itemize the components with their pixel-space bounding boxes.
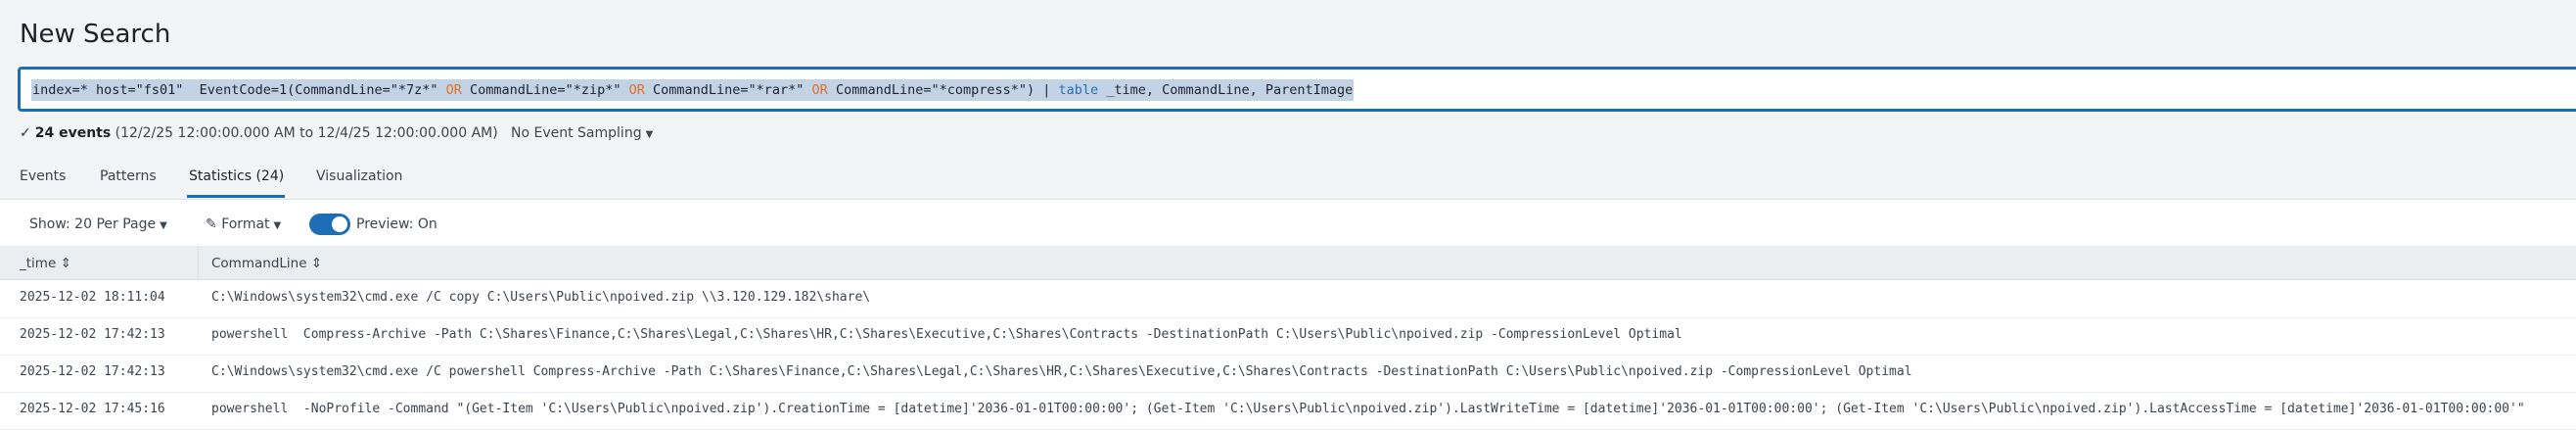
query-part: index=* host="fs01" EventCode=1(CommandL…	[32, 82, 446, 98]
caret-down-icon: ▼	[645, 129, 654, 140]
commandline-cell: C:\Windows\system32\cmd.exe /C copy C:\U…	[211, 290, 871, 305]
page-title: New Search	[20, 20, 171, 49]
query-operator: OR	[628, 82, 645, 98]
commandline-cell: C:\Windows\system32\cmd.exe /C powershel…	[211, 364, 1912, 379]
results-toolbar: Show: 20 Per Page ▼ ✎ Format ▼ Preview: On	[0, 199, 2576, 247]
table-row: 2025-12-02 17:42:13 C:\Windows\system32\…	[0, 355, 2576, 393]
table-row: 2025-12-02 18:11:04 C:\Windows\system32\…	[0, 280, 2576, 318]
column-header-commandline[interactable]: CommandLine ⇕	[211, 256, 322, 271]
sort-icon: ⇕	[310, 256, 323, 271]
query-operator: OR	[445, 82, 462, 98]
column-header-time[interactable]: _time ⇕	[20, 256, 71, 271]
page-size-dropdown[interactable]: Show: 20 Per Page ▼	[29, 216, 167, 232]
preview-toggle[interactable]	[309, 214, 350, 235]
query-operator: OR	[811, 82, 828, 98]
time-cell: 2025-12-02 17:45:16	[20, 402, 165, 416]
tab-visualization[interactable]: Visualization	[316, 168, 402, 184]
query-part: CommandLine="*compress*") |	[827, 82, 1059, 98]
time-cell: 2025-12-02 18:11:04	[20, 290, 165, 305]
caret-down-icon: ▼	[160, 220, 167, 231]
column-divider	[198, 246, 199, 279]
time-cell: 2025-12-02 17:42:13	[20, 327, 165, 342]
event-sampling-label: No Event Sampling	[511, 125, 642, 141]
commandline-cell: powershell Compress-Archive -Path C:\Sha…	[211, 327, 1682, 342]
column-header-label: _time	[20, 256, 57, 271]
tab-patterns[interactable]: Patterns	[100, 168, 157, 184]
format-label: Format	[221, 216, 270, 232]
check-icon: ✓	[20, 125, 31, 141]
table-header: _time ⇕ CommandLine ⇕	[0, 246, 2576, 280]
table-row: 2025-12-02 17:42:13 powershell Compress-…	[0, 317, 2576, 356]
preview-label: Preview: On	[356, 216, 437, 232]
time-range: (12/2/25 12:00:00.000 AM to 12/4/25 12:0…	[115, 125, 498, 141]
search-query-text[interactable]: index=* host="fs01" EventCode=1(CommandL…	[31, 79, 1355, 101]
active-tab-indicator	[187, 195, 285, 198]
query-command: table	[1058, 82, 1099, 98]
event-sampling-dropdown[interactable]: No Event Sampling ▼	[511, 125, 653, 141]
results-table: _time ⇕ CommandLine ⇕ 2025-12-02 18:11:0…	[0, 246, 2576, 430]
results-tabs: Events Patterns Statistics (24) Visualiz…	[0, 157, 2576, 198]
column-header-label: CommandLine	[211, 256, 307, 271]
toggle-knob	[332, 216, 347, 232]
time-cell: 2025-12-02 17:42:13	[20, 364, 165, 379]
event-count-status: ✓ 24 events (12/2/25 12:00:00.000 AM to 1…	[20, 125, 498, 141]
caret-down-icon: ▼	[273, 220, 282, 231]
sort-icon: ⇕	[60, 256, 71, 271]
tab-statistics[interactable]: Statistics (24)	[189, 168, 284, 184]
format-dropdown[interactable]: ✎ Format ▼	[206, 216, 281, 232]
tab-events[interactable]: Events	[20, 168, 66, 184]
page-size-label: Show: 20 Per Page	[29, 216, 157, 232]
query-part: CommandLine="*rar*"	[644, 82, 812, 98]
commandline-cell: powershell -NoProfile -Command "(Get-Ite…	[211, 402, 2525, 416]
query-part: CommandLine="*zip*"	[461, 82, 629, 98]
event-count: 24 events	[34, 125, 112, 141]
query-part: _time, CommandLine, ParentImage	[1098, 82, 1354, 98]
search-input[interactable]: index=* host="fs01" EventCode=1(CommandL…	[18, 67, 2576, 112]
pencil-icon: ✎	[206, 216, 222, 232]
table-row: 2025-12-02 17:45:16 powershell -NoProfil…	[0, 392, 2576, 430]
